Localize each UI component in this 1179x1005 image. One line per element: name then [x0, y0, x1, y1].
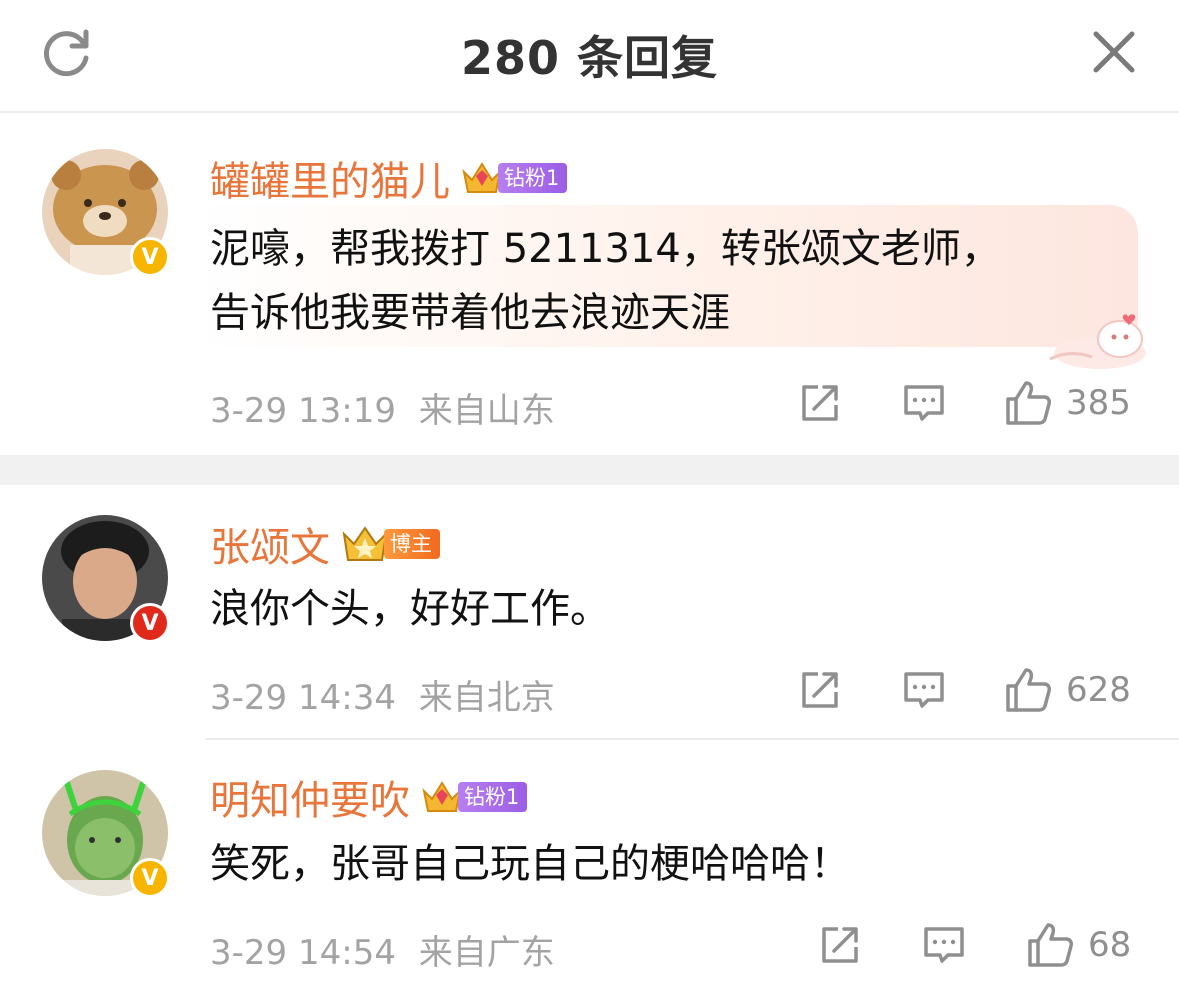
reply-button[interactable]	[902, 381, 946, 425]
reply-button[interactable]	[922, 923, 966, 967]
username[interactable]: 罐罐里的猫儿	[210, 149, 450, 207]
like-count: 385	[1066, 383, 1131, 423]
blogger-badge[interactable]: 博主	[340, 524, 440, 564]
verified-badge-icon: V	[130, 858, 170, 898]
comment-time: 3-29 13:19	[210, 391, 396, 431]
thumbs-up-icon	[1006, 381, 1051, 425]
comment-text-line: 泥嚎，帮我拨打 5211314，转张颂文老师，	[210, 226, 1001, 272]
comment-item: V 明知仲要吹 钻粉1 笑死，张哥自己玩自己的梗哈哈哈！ 3-29 14:54 …	[0, 740, 1179, 1005]
comment-text-line: 浪你个头，好好工作。	[210, 586, 610, 632]
comment-location: 来自山东	[418, 391, 555, 431]
username[interactable]: 明知仲要吹	[210, 768, 410, 826]
like-button[interactable]: 385	[1004, 379, 1131, 427]
comment-meta: 3-29 14:54 来自广东	[210, 925, 555, 974]
page-title: 280 条回复	[460, 31, 719, 85]
blogger-badge-label: 博主	[384, 529, 440, 559]
like-button[interactable]: 68	[1026, 921, 1131, 969]
share-button[interactable]	[818, 923, 862, 967]
username[interactable]: 张颂文	[210, 515, 330, 573]
verified-badge-icon: V	[130, 603, 170, 643]
cat-sticker-icon	[1049, 314, 1146, 369]
fan-badge[interactable]: 钻粉1	[420, 777, 528, 817]
reply-button[interactable]	[902, 668, 946, 712]
comment-meta: 3-29 13:19 来自山东	[210, 383, 555, 432]
section-divider	[0, 455, 1179, 485]
comment-meta: 3-29 14:34 来自北京	[210, 670, 555, 719]
comment-text: 笑死，张哥自己玩自己的梗哈哈哈！	[210, 832, 850, 896]
avatar[interactable]: V	[42, 149, 170, 277]
comment-location: 来自广东	[418, 933, 555, 973]
header-bar: 280 条回复	[0, 0, 1179, 113]
like-count: 68	[1088, 925, 1132, 965]
share-icon	[802, 385, 838, 421]
like-button[interactable]: 628	[1004, 666, 1131, 714]
like-count: 628	[1066, 670, 1131, 710]
close-icon[interactable]	[1088, 26, 1140, 78]
comment-time: 3-29 14:34	[210, 678, 396, 718]
fan-badge-label: 钻粉1	[498, 163, 568, 193]
verified-badge-icon: V	[130, 237, 170, 277]
share-icon	[802, 672, 838, 708]
thumbs-up-icon	[1028, 923, 1073, 967]
share-button[interactable]	[798, 668, 842, 712]
comment-icon	[924, 927, 964, 963]
comment-time: 3-29 14:54	[210, 933, 396, 973]
comment-icon	[904, 385, 944, 421]
fan-badge-label: 钻粉1	[458, 782, 528, 812]
avatar[interactable]: V	[42, 770, 170, 898]
comment-text-line: 告诉他我要带着他去浪迹天涯	[210, 290, 730, 336]
comment-icon	[904, 672, 944, 708]
share-icon	[822, 927, 858, 963]
comment-item: V 张颂文 博主 浪你个头，好好工作。 3-29 14:34 来自北京 628	[0, 485, 1179, 738]
comment-item: V 罐罐里的猫儿 钻粉1 泥嚎，帮我拨打 5211314，转张颂文老师， 告诉他…	[0, 113, 1179, 455]
thumbs-up-icon	[1006, 668, 1051, 712]
crown-star-icon	[342, 526, 388, 561]
comment-text: 浪你个头，好好工作。	[210, 577, 610, 641]
comment-location: 来自北京	[418, 678, 555, 718]
fan-badge[interactable]: 钻粉1	[460, 158, 568, 198]
avatar[interactable]: V	[42, 515, 170, 643]
share-button[interactable]	[798, 381, 842, 425]
comment-text-line: 笑死，张哥自己玩自己的梗哈哈哈！	[210, 841, 850, 887]
comment-text: 泥嚎，帮我拨打 5211314，转张颂文老师， 告诉他我要带着他去浪迹天涯	[210, 217, 1001, 345]
